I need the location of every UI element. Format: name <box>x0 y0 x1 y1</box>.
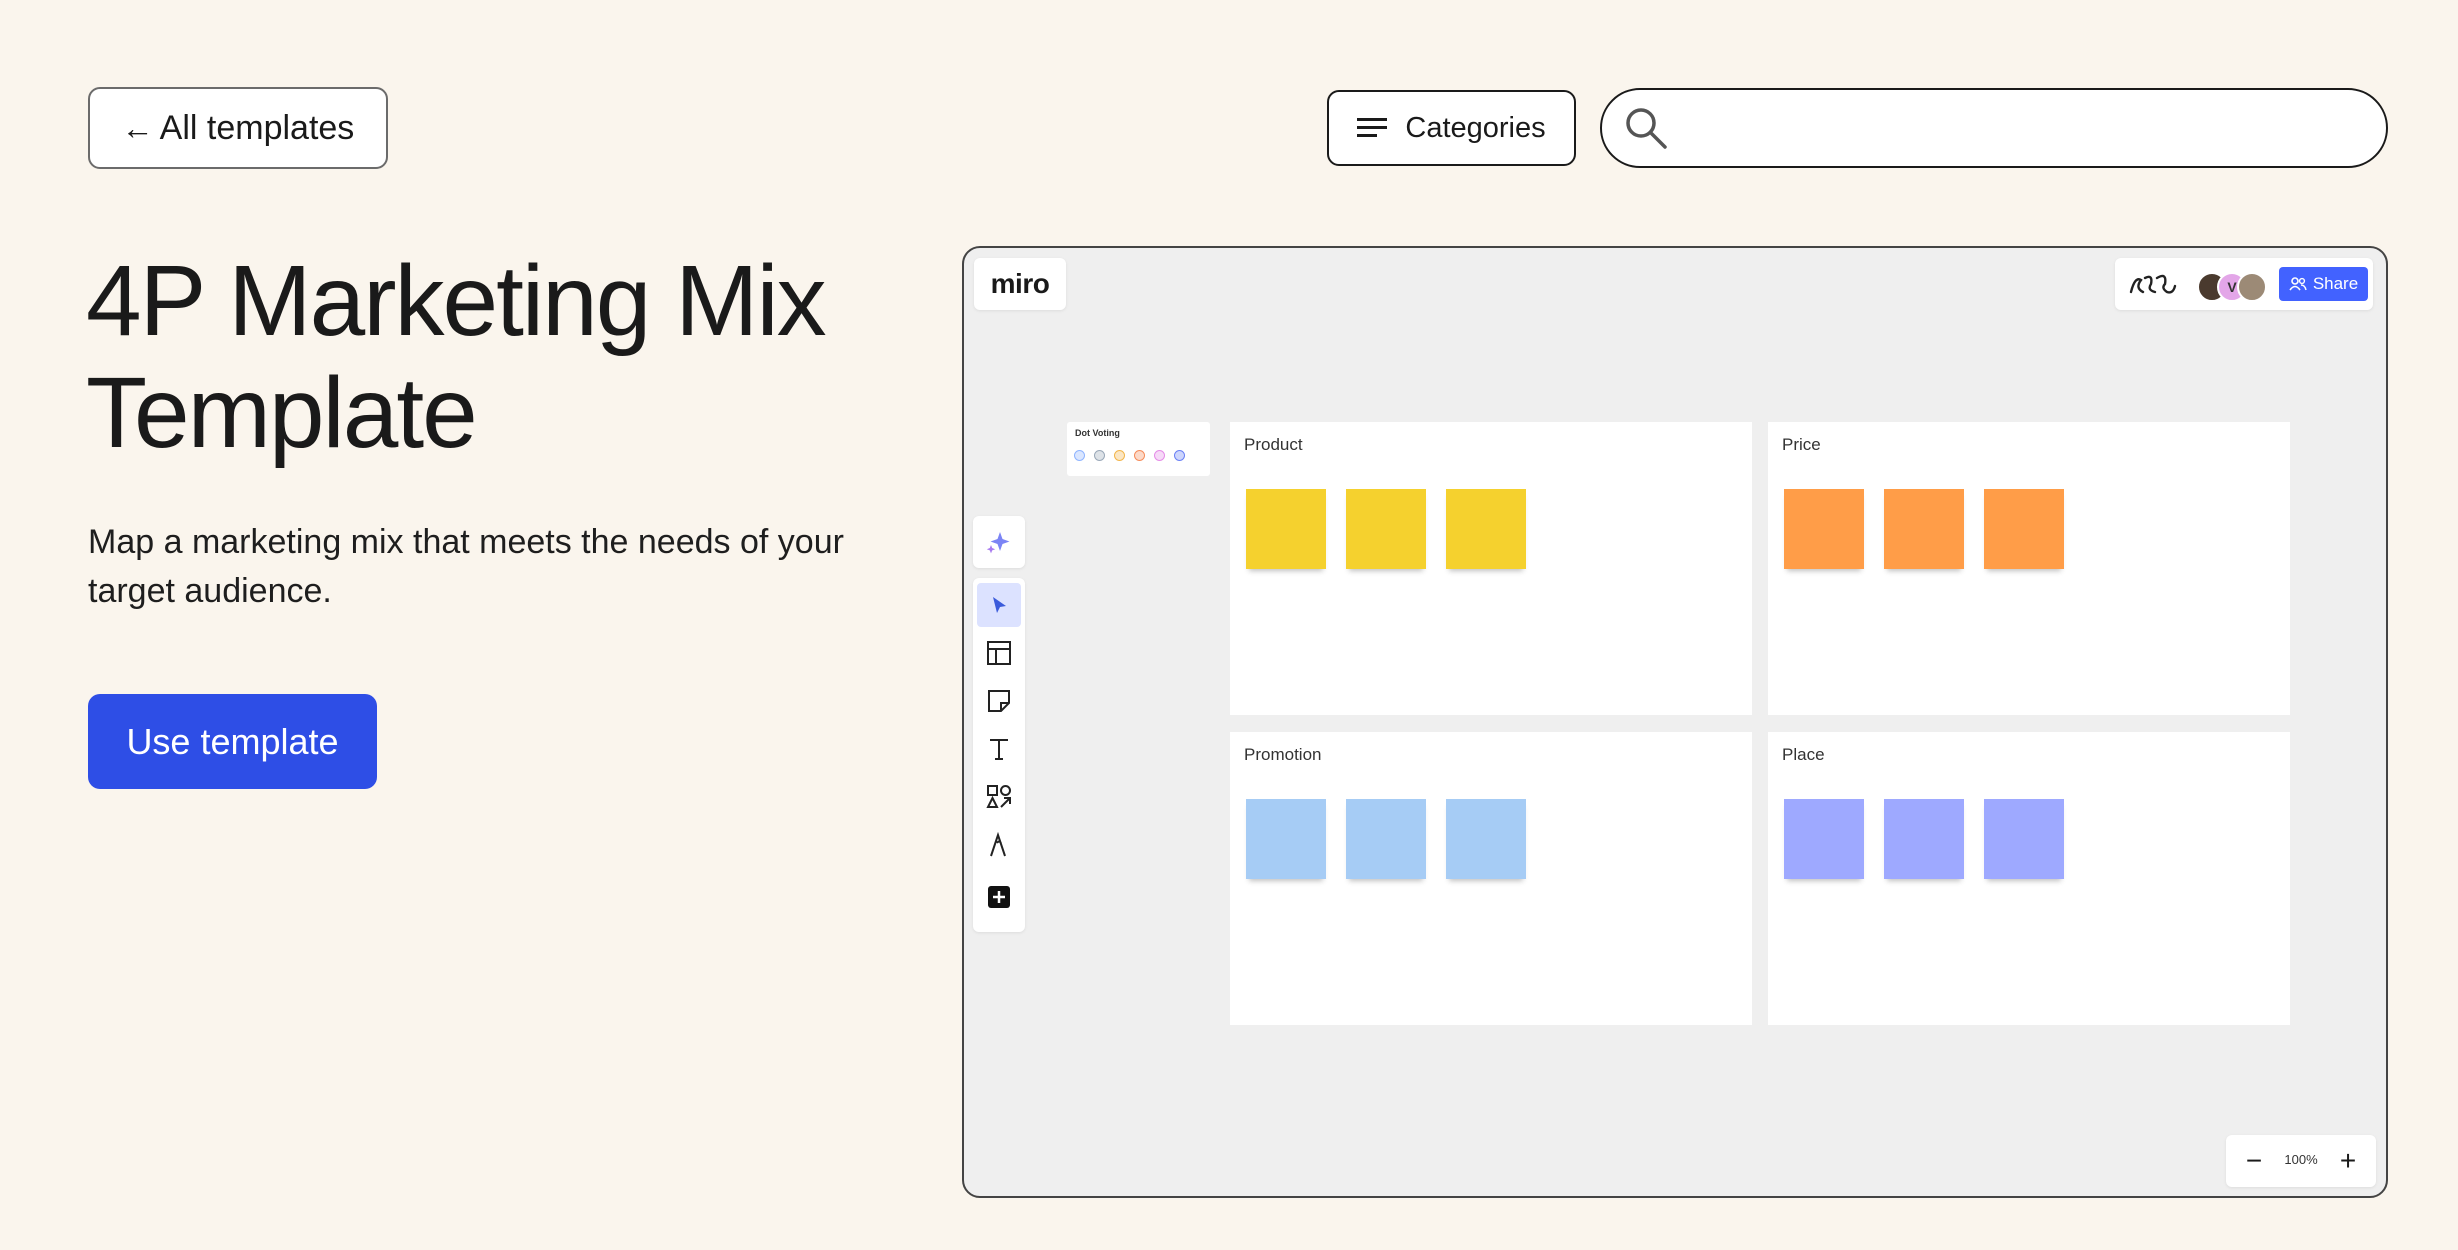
avatar[interactable] <box>2237 272 2267 302</box>
sticky-note[interactable] <box>1984 799 2064 879</box>
vote-dot[interactable] <box>1174 450 1185 461</box>
board-logo-icon <box>2129 274 2177 294</box>
select-cursor-icon <box>993 597 1006 613</box>
zoom-out-button[interactable]: − <box>2236 1143 2272 1179</box>
vote-dot[interactable] <box>1094 450 1105 461</box>
quadrant-product[interactable]: Product <box>1230 422 1752 715</box>
quadrant-place[interactable]: Place <box>1768 732 2290 1025</box>
pen-icon <box>990 832 1006 857</box>
sticky-note-icon <box>988 690 1010 712</box>
sticky-note[interactable] <box>1784 489 1864 569</box>
categories-button[interactable]: Categories <box>1327 90 1576 166</box>
dot-voting-label: Dot Voting <box>1075 428 1120 438</box>
zoom-in-button[interactable]: + <box>2330 1143 2366 1179</box>
sticky-note[interactable] <box>1446 489 1526 569</box>
quadrant-promotion[interactable]: Promotion <box>1230 732 1752 1025</box>
sticky-note[interactable] <box>1246 489 1326 569</box>
sticky-note[interactable] <box>1884 799 1964 879</box>
quadrant-price[interactable]: Price <box>1768 422 2290 715</box>
more-tools-button[interactable] <box>977 875 1021 919</box>
zoom-control: − 100% + <box>2226 1135 2376 1187</box>
dot-voting-widget[interactable]: Dot Voting <box>1067 422 1210 476</box>
zoom-level: 100% <box>2284 1152 2318 1167</box>
templates-tool[interactable] <box>977 631 1021 675</box>
search-icon <box>1626 108 1667 149</box>
board-header-actions: V Share <box>2115 258 2373 310</box>
share-button[interactable]: Share <box>2279 267 2368 301</box>
text-icon <box>990 739 1008 760</box>
users-icon <box>2289 277 2307 291</box>
sticky-note[interactable] <box>1346 489 1426 569</box>
sticky-note[interactable] <box>1884 489 1964 569</box>
sticky-note[interactable] <box>1984 489 2064 569</box>
arrow-left-icon: ← <box>121 109 154 146</box>
miro-logo: miro <box>974 258 1066 310</box>
select-tool[interactable] <box>977 583 1021 627</box>
sticky-note[interactable] <box>1346 799 1426 879</box>
vote-dot[interactable] <box>1134 450 1145 461</box>
vote-dot[interactable] <box>1114 450 1125 461</box>
templates-icon <box>987 641 1011 665</box>
sticky-note-tool[interactable] <box>977 679 1021 723</box>
all-templates-button[interactable]: ← All templates <box>88 87 388 169</box>
search-bar[interactable] <box>1600 88 2388 168</box>
more-tools-icon <box>988 886 1010 908</box>
quadrant-label: Price <box>1782 435 1821 454</box>
quadrant-label: Place <box>1782 745 1825 764</box>
use-template-button[interactable]: Use template <box>88 694 377 789</box>
creation-toolbar <box>973 578 1025 932</box>
sticky-note[interactable] <box>1784 799 1864 879</box>
search-input[interactable] <box>1680 97 2386 159</box>
shapes-icon <box>986 785 1011 808</box>
pen-tool[interactable] <box>977 823 1021 867</box>
vote-dot[interactable] <box>1154 450 1165 461</box>
shapes-tool[interactable] <box>977 775 1021 819</box>
menu-lines-icon <box>1357 118 1388 137</box>
categories-label: Categories <box>1405 111 1546 144</box>
quadrant-label: Promotion <box>1244 745 1322 764</box>
text-tool[interactable] <box>977 727 1021 771</box>
quadrant-label: Product <box>1244 435 1303 454</box>
vote-dot[interactable] <box>1074 450 1085 461</box>
template-preview-board: miro V Share Dot Voting Product Price Pr… <box>962 246 2388 1198</box>
page-description: Map a marketing mix that meets the needs… <box>88 523 844 610</box>
all-templates-label: All templates <box>159 108 355 147</box>
share-label: Share <box>2312 274 2359 293</box>
sticky-note[interactable] <box>1446 799 1526 879</box>
sticky-note[interactable] <box>1246 799 1326 879</box>
page-title: 4P Marketing Mix Template <box>86 245 827 469</box>
ai-sparkle-icon <box>986 532 1010 554</box>
ai-assist-button[interactable] <box>973 516 1025 568</box>
